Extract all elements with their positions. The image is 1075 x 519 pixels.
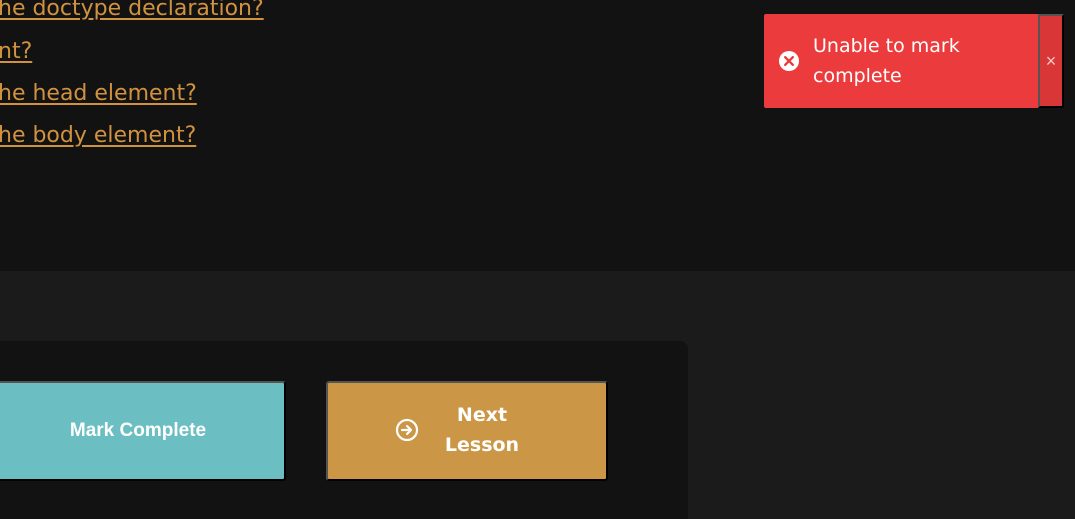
close-toast-button[interactable]: ×	[1038, 14, 1064, 108]
mark-complete-button[interactable]: Mark Complete	[0, 381, 286, 481]
error-toast: Unable to mark complete ×	[764, 14, 1064, 108]
x-circle-icon	[778, 50, 800, 72]
lesson-page: he doctype declaration? nt? he head elem…	[0, 0, 1075, 519]
arrow-circle-right-icon	[395, 418, 419, 442]
mark-complete-label: Mark Complete	[69, 420, 207, 441]
lesson-questions: he doctype declaration? nt? he head elem…	[0, 0, 520, 180]
question-link-element[interactable]: nt?	[0, 39, 32, 64]
question-link-head[interactable]: he head element?	[0, 81, 197, 106]
question-link-doctype[interactable]: he doctype declaration?	[0, 0, 264, 21]
toast-message: Unable to mark complete	[813, 35, 960, 87]
close-icon: ×	[1045, 50, 1057, 71]
question-link-body[interactable]: he body element?	[0, 123, 196, 148]
next-lesson-label: Next Lesson	[444, 404, 520, 456]
